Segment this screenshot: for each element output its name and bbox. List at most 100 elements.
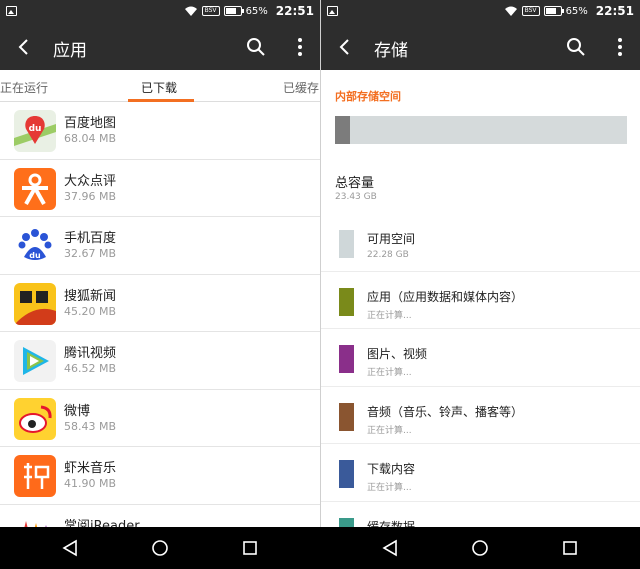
back-arrow-icon[interactable] — [14, 37, 34, 57]
color-swatch — [339, 287, 354, 316]
total-capacity-value: 23.43 GB — [335, 192, 377, 202]
app-name: 百度地图 — [64, 116, 117, 131]
status-bar: BSV 65% 22:51 — [321, 0, 640, 24]
more-options-icon[interactable] — [296, 37, 304, 57]
tab-bar: 正在运行 已下载 已缓存 — [0, 70, 320, 102]
svg-text:du: du — [29, 251, 41, 260]
svg-text:du: du — [29, 124, 42, 134]
wifi-icon — [184, 6, 197, 16]
category-label: 可用空间 — [367, 232, 416, 246]
list-item[interactable]: du 百度地图 68.04 MB — [0, 102, 320, 160]
apps-screen: BSV 65% 22:51 应用 正在运行 已下载 已缓存 du 百度地图 68… — [0, 0, 320, 527]
home-nav-icon[interactable] — [151, 539, 169, 557]
category-value: 22.28 GB — [367, 250, 409, 260]
app-size: 45.20 MB — [64, 304, 117, 318]
tab-running[interactable]: 正在运行 — [0, 79, 48, 96]
home-nav-icon[interactable] — [471, 539, 489, 557]
list-item[interactable]: 腾讯视频 46.52 MB — [0, 332, 320, 390]
sohu-news-icon — [14, 282, 56, 325]
app-bar: 存储 — [321, 24, 640, 70]
battery-percent: 65% — [565, 5, 588, 17]
category-value: 正在计算... — [367, 368, 412, 378]
app-size: 46.52 MB — [64, 362, 117, 375]
app-size: 58.43 MB — [64, 419, 117, 433]
gallery-notification-icon — [327, 6, 338, 16]
list-item[interactable]: 应用（应用数据和媒体内容） 正在计算... — [321, 272, 640, 329]
list-item[interactable]: 音频（音乐、铃声、播客等） 正在计算... — [321, 387, 640, 444]
status-bar: BSV 65% 22:51 — [0, 0, 320, 24]
battery-icon — [543, 6, 564, 16]
battery-saver-icon: BSV — [201, 6, 220, 16]
tencent-video-icon — [14, 340, 56, 382]
dianping-icon — [14, 167, 56, 210]
app-name: 虾米音乐 — [64, 461, 117, 476]
list-item[interactable]: 图片、视频 正在计算... — [321, 329, 640, 387]
recents-nav-icon[interactable] — [561, 539, 579, 557]
list-item[interactable]: 微博 58.43 MB — [0, 390, 320, 447]
color-swatch — [339, 460, 354, 488]
section-title: 内部存储空间 — [335, 90, 401, 103]
app-name: 大众点评 — [64, 173, 117, 189]
back-nav-icon[interactable] — [381, 539, 399, 557]
list-item[interactable]: 大众点评 37.96 MB — [0, 160, 320, 217]
storage-usage-bar — [335, 116, 627, 144]
list-item[interactable]: du 手机百度 32.67 MB — [0, 217, 320, 275]
list-item[interactable]: 掌阅iReader — [0, 505, 320, 528]
baidu-map-icon: du — [14, 110, 56, 152]
app-size: 37.96 MB — [64, 189, 117, 203]
category-label: 下载内容 — [367, 462, 416, 476]
clock: 22:51 — [275, 4, 314, 18]
recents-nav-icon[interactable] — [241, 539, 259, 557]
color-swatch — [339, 230, 354, 258]
tab-downloaded[interactable]: 已下载 — [141, 79, 177, 96]
storage-category-list: 可用空间 22.28 GB 应用（应用数据和媒体内容） 正在计算... 图片、视… — [321, 214, 640, 527]
category-label: 缓存数据 — [367, 519, 416, 528]
search-icon[interactable] — [246, 37, 266, 57]
list-item[interactable]: 下载内容 正在计算... — [321, 444, 640, 502]
xiami-music-icon — [14, 455, 56, 497]
app-size: 68.04 MB — [64, 132, 117, 145]
list-item[interactable]: 虾米音乐 41.90 MB — [0, 447, 320, 505]
tab-cached[interactable]: 已缓存 — [283, 79, 319, 96]
app-size: 41.90 MB — [64, 477, 117, 490]
battery-icon — [223, 6, 244, 16]
app-list: du 百度地图 68.04 MB 大众点评 37.96 MB du 手机百度 3… — [0, 102, 320, 527]
category-label: 应用（应用数据和媒体内容） — [367, 289, 524, 304]
category-label: 图片、视频 — [367, 347, 428, 361]
app-name: 手机百度 — [64, 231, 117, 246]
back-nav-icon[interactable] — [61, 539, 79, 557]
color-swatch — [339, 345, 354, 373]
baidu-icon: du — [14, 225, 56, 267]
search-icon[interactable] — [566, 37, 586, 57]
category-value: 正在计算... — [367, 483, 412, 493]
category-value: 正在计算... — [367, 425, 412, 436]
back-arrow-icon[interactable] — [335, 37, 355, 57]
battery-saver-icon: BSV — [521, 6, 540, 16]
app-bar: 应用 — [0, 24, 320, 70]
ireader-icon — [14, 512, 56, 527]
app-name: 掌阅iReader — [64, 518, 140, 528]
category-label: 音频（音乐、铃声、播客等） — [367, 404, 524, 419]
color-swatch — [339, 402, 354, 431]
list-item[interactable]: 缓存数据 — [321, 502, 640, 528]
list-item[interactable]: 搜狐新闻 45.20 MB — [0, 275, 320, 332]
more-options-icon[interactable] — [616, 37, 624, 57]
storage-screen: BSV 65% 22:51 存储 内部存储空间 总容量 23.43 GB 可用空… — [320, 0, 640, 527]
page-title: 存储 — [374, 41, 408, 61]
app-size: 32.67 MB — [64, 247, 117, 260]
total-capacity-label: 总容量 — [335, 176, 375, 191]
app-name: 腾讯视频 — [64, 346, 117, 361]
navigation-bar — [0, 527, 640, 569]
list-item[interactable]: 可用空间 22.28 GB — [321, 214, 640, 272]
color-swatch — [339, 517, 354, 527]
wifi-icon — [504, 6, 517, 16]
gallery-notification-icon — [6, 6, 17, 16]
battery-percent: 65% — [245, 5, 268, 17]
app-name: 微博 — [64, 403, 91, 419]
clock: 22:51 — [595, 4, 634, 18]
storage-used-fill — [335, 116, 350, 144]
page-title: 应用 — [53, 41, 87, 61]
app-name: 搜狐新闻 — [64, 288, 117, 304]
category-value: 正在计算... — [367, 310, 412, 321]
weibo-icon — [14, 397, 56, 440]
